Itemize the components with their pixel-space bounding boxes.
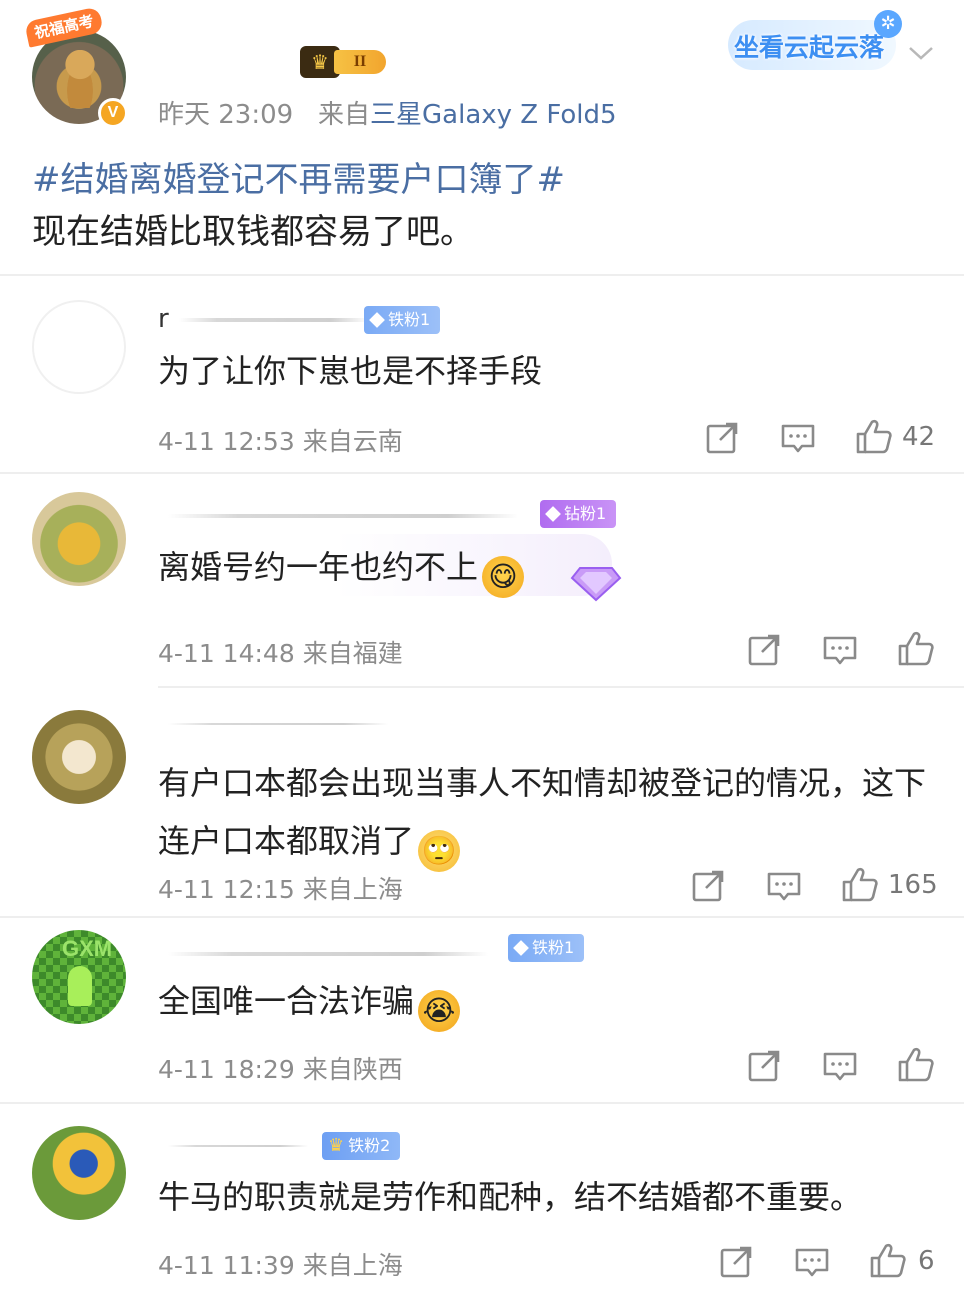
comment-item: GXM 铁粉1 全国唯一合法诈骗 😭 4-11 18:29 来自陕西 xyxy=(0,918,964,1102)
poster-name[interactable] xyxy=(160,48,280,78)
like-count: 6 xyxy=(918,1246,935,1276)
post-meta: 昨天 23:09 来自三星Galaxy Z Fold5 xyxy=(158,94,617,131)
topic-link[interactable]: #结婚离婚登记不再需要户口簿了# xyxy=(32,154,565,206)
post-device[interactable]: 三星Galaxy Z Fold5 xyxy=(370,100,617,130)
post-time: 昨天 23:09 xyxy=(158,100,294,130)
share-icon[interactable] xyxy=(716,1242,756,1282)
diamond-icon xyxy=(513,940,529,956)
post-body: #结婚离婚登记不再需要户口簿了# 现在结婚比取钱都容易了吧。 xyxy=(32,154,565,258)
fan-badge[interactable]: 钻粉1 xyxy=(540,500,617,528)
like-icon[interactable] xyxy=(868,1240,908,1280)
comment-icon[interactable] xyxy=(792,1242,832,1282)
comment-text: 离婚号约一年也约不上 😋 xyxy=(158,538,525,598)
post-text: 现在结婚比取钱都容易了吧。 xyxy=(32,212,474,252)
crown-level-badge[interactable]: ♛ II xyxy=(300,46,386,78)
diamond-icon xyxy=(369,312,385,328)
comment-meta: 4-11 14:48 来自福建 xyxy=(158,639,403,668)
verified-icon: V xyxy=(98,98,128,128)
comment-item: ♛ 铁粉2 牛马的职责就是劳作和配种，结不结婚都不重要。 4-11 11:39 … xyxy=(0,1104,964,1298)
comment-meta: 4-11 12:53 来自云南 xyxy=(158,427,403,456)
comment-username[interactable] xyxy=(158,708,388,738)
like-icon[interactable] xyxy=(854,416,894,456)
like-icon[interactable] xyxy=(896,1044,936,1084)
comment-item: 有户口本都会出现当事人不知情却被登记的情况，这下连户口本都取消了 🙄 4-11 1… xyxy=(0,688,964,916)
comment-meta: 4-11 18:29 来自陕西 xyxy=(158,1055,403,1084)
fan-badge[interactable]: 铁粉1 xyxy=(508,934,585,962)
comment-username[interactable]: r xyxy=(158,304,369,334)
comment-text: 全国唯一合法诈骗 😭 xyxy=(158,972,461,1032)
comment-icon[interactable] xyxy=(764,866,804,906)
yum-emoji-icon: 😋 xyxy=(482,556,525,598)
like-count: 165 xyxy=(888,870,938,900)
like-count: 42 xyxy=(902,422,936,452)
comment-username[interactable] xyxy=(158,500,518,530)
comment-avatar[interactable]: GXM xyxy=(32,930,126,1024)
comment-icon[interactable] xyxy=(820,1046,860,1086)
comment-username[interactable] xyxy=(158,1130,308,1160)
avatar-text: GXM xyxy=(62,936,113,961)
comment-avatar[interactable] xyxy=(32,300,126,394)
share-icon[interactable] xyxy=(702,418,742,458)
crown-icon: ♛ xyxy=(328,1135,345,1156)
figure-icon xyxy=(68,966,92,1006)
comment-text: 有户口本都会出现当事人不知情却被登记的情况，这下连户口本都取消了 🙄 xyxy=(158,754,938,872)
comment-meta: 4-11 11:39 来自上海 xyxy=(158,1251,403,1280)
comment-avatar[interactable] xyxy=(32,1126,126,1220)
comment-text: 牛马的职责就是劳作和配种，结不结婚都不重要。 xyxy=(158,1178,863,1216)
share-icon[interactable] xyxy=(744,630,784,670)
cloud-badge[interactable]: 坐看云起云落 ✲ xyxy=(722,6,904,76)
comment-text: 为了让你下崽也是不择手段 xyxy=(158,352,543,390)
cloud-badge-text: 坐看云起云落 xyxy=(734,33,885,62)
crying-emoji-icon: 😭 xyxy=(418,990,461,1032)
level-label: II xyxy=(334,50,386,74)
comment-avatar[interactable] xyxy=(32,492,126,586)
comment-icon[interactable] xyxy=(778,418,818,458)
comment-avatar[interactable] xyxy=(32,710,126,804)
fan-badge[interactable]: 铁粉1 xyxy=(364,306,441,334)
chevron-down-icon[interactable] xyxy=(906,38,936,68)
comment-username[interactable] xyxy=(158,938,488,968)
like-icon[interactable] xyxy=(840,864,880,904)
share-icon[interactable] xyxy=(744,1046,784,1086)
share-icon[interactable] xyxy=(688,866,728,906)
eye-roll-emoji-icon: 🙄 xyxy=(418,830,461,872)
monkey-image xyxy=(60,50,100,108)
fan-badge[interactable]: ♛ 铁粉2 xyxy=(322,1132,401,1160)
diamond-fan-icon xyxy=(566,554,626,604)
like-icon[interactable] xyxy=(896,628,936,668)
diamond-icon xyxy=(545,506,561,522)
comment-item: 钻粉1 离婚号约一年也约不上 😋 4-11 14:48 来自福建 xyxy=(0,474,964,686)
comment-icon[interactable] xyxy=(820,630,860,670)
comment-item: r 铁粉1 为了让你下崽也是不择手段 4-11 12:53 来自云南 42 xyxy=(0,276,964,472)
source-prefix: 来自 xyxy=(318,100,371,130)
comment-meta: 4-11 12:15 来自上海 xyxy=(158,875,403,904)
weibo-post: 祝福高考 V ♛ II 昨天 23:09 来自三星Galaxy Z Fold5 … xyxy=(0,0,964,270)
star-icon: ✲ xyxy=(874,10,902,38)
